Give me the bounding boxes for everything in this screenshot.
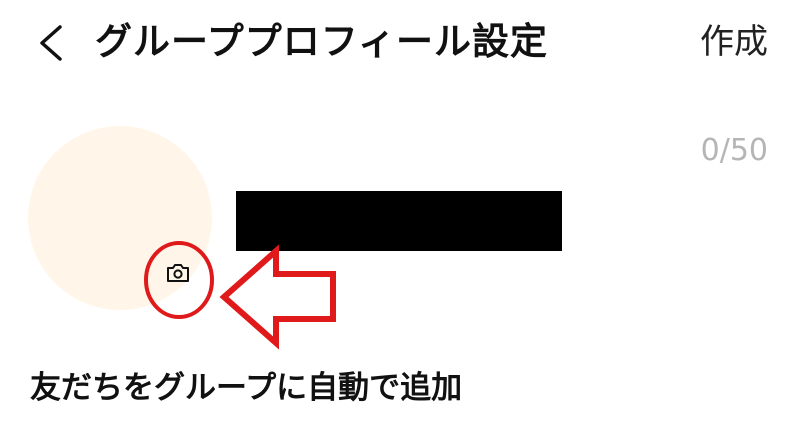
back-button[interactable] (30, 18, 70, 68)
auto-add-friends-label: 友だちをグループに自動で追加 (30, 370, 463, 406)
name-character-counter: 0/50 (700, 133, 768, 168)
annotation-arrow (219, 244, 336, 350)
page-title: グループプロフィール設定 (95, 20, 549, 63)
header-bar: グループプロフィール設定 作成 (0, 0, 800, 86)
change-photo-button[interactable] (164, 259, 192, 287)
group-name-input[interactable] (236, 191, 562, 251)
camera-icon (167, 264, 189, 282)
chevron-left-icon (40, 25, 62, 61)
create-button[interactable]: 作成 (700, 16, 768, 68)
